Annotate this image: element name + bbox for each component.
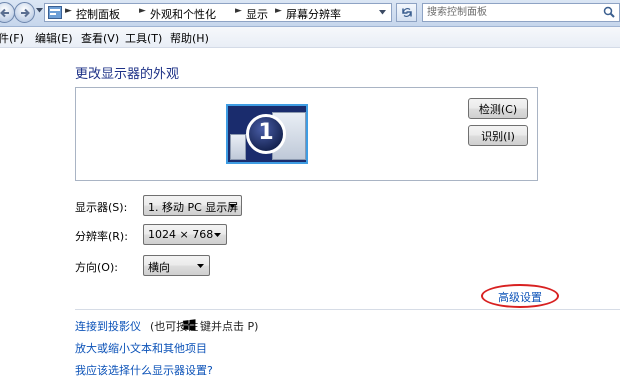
page-title: 更改显示器的外观 (75, 67, 180, 82)
dropdown-arrow-icon (214, 233, 221, 237)
menu-help[interactable]: 帮助(H) (170, 30, 209, 46)
breadcrumb-screen-resolution[interactable]: 屏幕分辨率 (286, 6, 341, 22)
breadcrumb-separator[interactable]: ► (275, 6, 282, 16)
resolution-select-value: 1024 × 768 (148, 228, 214, 241)
breadcrumb-separator[interactable]: ► (65, 6, 72, 16)
resolution-select[interactable]: 1024 × 768 (143, 224, 227, 245)
orientation-select[interactable]: 横向 (143, 255, 210, 276)
identify-button[interactable]: 识别(I) (468, 125, 528, 146)
highlight-ring (481, 284, 559, 308)
window-thumbnail (230, 134, 246, 160)
breadcrumb-control-panel[interactable]: 控制面板 (76, 6, 120, 22)
monitor-number-badge: 1 (246, 114, 286, 154)
menu-tools[interactable]: 工具(T) (125, 30, 162, 46)
dropdown-arrow-icon (229, 204, 236, 208)
control-panel-icon (48, 6, 62, 19)
divider (75, 309, 620, 310)
breadcrumb-display[interactable]: 显示 (246, 6, 268, 22)
which-settings-link[interactable]: 我应该选择什么显示器设置? (75, 362, 213, 378)
address-history-dropdown-icon[interactable] (379, 10, 386, 15)
back-arrow-icon (0, 8, 9, 18)
display-label: 显示器(S): (75, 201, 128, 214)
refresh-icon (402, 8, 412, 17)
address-bar: ► 控制面板 ► 外观和个性化 ► 显示 ► 屏幕分辨率 (0, 0, 620, 27)
dropdown-arrow-icon (197, 264, 204, 268)
orientation-select-value: 横向 (148, 261, 170, 274)
detect-button[interactable]: 检测(C) (468, 98, 528, 119)
forward-arrow-icon (21, 8, 30, 18)
refresh-button[interactable] (396, 3, 417, 22)
breadcrumb-appearance[interactable]: 外观和个性化 (150, 6, 216, 22)
windows-logo-icon (183, 319, 196, 331)
menu-file[interactable]: 件(F) (0, 30, 24, 46)
breadcrumb-separator[interactable]: ► (235, 6, 242, 16)
display-select-value: 1. 移动 PC 显示屏 (148, 201, 239, 214)
search-input[interactable] (427, 5, 599, 20)
resolution-label: 分辨率(R): (75, 230, 128, 243)
back-button[interactable] (0, 2, 15, 23)
display-select[interactable]: 1. 移动 PC 显示屏 (143, 195, 242, 216)
menu-edit[interactable]: 编辑(E) (35, 30, 73, 46)
search-box[interactable] (422, 3, 620, 22)
display-preview-panel: 1 检测(C) 识别(I) (75, 87, 538, 181)
monitor-thumbnail[interactable]: 1 (226, 104, 308, 164)
menu-bar: 件(F) 编辑(E) 查看(V) 工具(T) 帮助(H) (0, 27, 620, 48)
monitor-number: 1 (258, 120, 274, 145)
recent-pages-dropdown-icon[interactable] (36, 8, 43, 13)
breadcrumb[interactable]: ► 控制面板 ► 外观和个性化 ► 显示 ► 屏幕分辨率 (44, 3, 392, 22)
enlarge-text-link[interactable]: 放大或缩小文本和其他项目 (75, 340, 207, 356)
forward-button[interactable] (14, 2, 35, 23)
projector-note-suffix: 键并点击 P) (200, 320, 259, 333)
connect-projector-link[interactable]: 连接到投影仪 (75, 318, 141, 334)
menu-view[interactable]: 查看(V) (81, 30, 119, 46)
search-icon[interactable] (603, 6, 615, 18)
breadcrumb-separator[interactable]: ► (139, 6, 146, 16)
orientation-label: 方向(O): (75, 261, 118, 274)
